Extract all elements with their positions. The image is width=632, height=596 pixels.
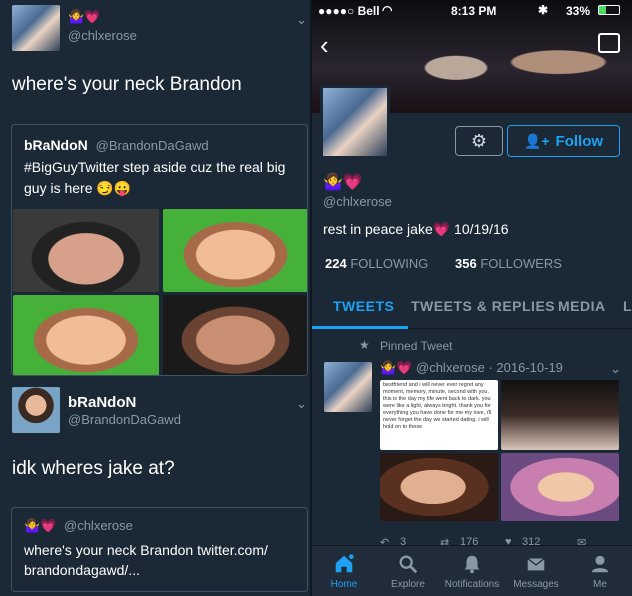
profile-bio: rest in peace jake💗 10/19/16	[323, 221, 509, 237]
author-emojis: 🤷‍♀️💗	[68, 9, 101, 24]
wifi-icon: ◠	[382, 3, 393, 17]
tweet-photo-note[interactable]: bestfriend and i will never ever regret …	[380, 380, 498, 450]
tab-tweets-replies[interactable]: TWEETS & REPLIES	[411, 298, 555, 314]
quoted-handle: @BrandonDaGawd	[95, 138, 209, 153]
follow-label: Follow	[555, 132, 604, 150]
battery-label: 33%	[566, 4, 591, 18]
chevron-down-icon[interactable]: ⌄	[296, 12, 307, 28]
nav-notifications[interactable]: Notifications	[440, 546, 504, 596]
quoted-handle: @chlxerose	[64, 518, 133, 533]
nav-label: Home	[330, 579, 358, 590]
time-label: 8:13 PM	[451, 4, 497, 18]
tab-likes[interactable]: L	[623, 298, 632, 314]
envelope-icon	[527, 557, 545, 571]
tweet-author: 🤷‍♀️💗	[68, 8, 100, 26]
nav-label: Me	[593, 579, 607, 590]
search-icon	[399, 555, 418, 574]
following-label: FOLLOWING	[350, 256, 429, 271]
profile-avatar[interactable]	[320, 85, 390, 159]
note-text: bestfriend and i will never ever regret …	[383, 382, 492, 430]
tweet-photo[interactable]	[501, 380, 619, 450]
carrier-label: ●●●●○ Bell	[318, 4, 380, 18]
pinned-label: Pinned Tweet	[380, 339, 453, 353]
avatar[interactable]	[12, 387, 60, 433]
nav-home[interactable]: Home	[312, 546, 376, 596]
following-count: 224	[325, 256, 347, 271]
tweet-handle[interactable]: @chlxerose	[68, 28, 137, 43]
quoted-author: 🤷‍♀️💗 @chlxerose	[24, 518, 133, 534]
quoted-author: bRaNdoN @BrandonDaGawd	[24, 137, 209, 153]
quoted-photo[interactable]	[163, 295, 307, 375]
followers-stat[interactable]: 356 FOLLOWERS	[455, 256, 562, 271]
nav-label: Explore	[391, 579, 425, 590]
quoted-photo[interactable]	[13, 295, 159, 375]
compose-icon[interactable]	[598, 33, 620, 53]
settings-gear-button[interactable]: ⚙	[455, 126, 503, 156]
status-bar: ●●●●○ Bell ◠ 8:13 PM ✱ 33%	[312, 0, 632, 22]
chevron-down-icon[interactable]: ⌄	[296, 396, 307, 412]
avatar[interactable]	[324, 362, 372, 412]
tweet-handle[interactable]: @BrandonDaGawd	[68, 412, 181, 427]
pinned-emojis: 🤷‍♀️💗	[380, 360, 413, 375]
tweet-text: where's your neck Brandon	[12, 74, 242, 95]
nav-label: Messages	[513, 579, 559, 590]
person-icon	[591, 555, 609, 573]
quoted-emojis: 🤷‍♀️💗	[24, 518, 57, 533]
nav-label: Notifications	[444, 579, 500, 590]
tweet-photo[interactable]	[380, 453, 498, 521]
nav-me[interactable]: Me	[568, 546, 632, 596]
pinned-date: · 2016-10-19	[488, 360, 563, 375]
followers-label: FOLLOWERS	[480, 256, 562, 271]
battery-icon	[598, 5, 620, 15]
bottom-nav: Home Explore Notifications Messages Me	[312, 545, 632, 596]
quoted-text: where's your neck Brandon twitter.com/ b…	[24, 542, 268, 578]
tweet-text: idk wheres jake at?	[12, 458, 175, 479]
profile-handle: @chlxerose	[323, 194, 392, 209]
bluetooth-icon: ✱	[538, 3, 549, 17]
avatar[interactable]	[12, 5, 60, 51]
chevron-down-icon[interactable]: ⌄	[610, 361, 621, 377]
nav-messages[interactable]: Messages	[504, 546, 568, 596]
tab-tweets[interactable]: TWEETS	[333, 298, 394, 314]
pin-icon: ★	[359, 338, 370, 352]
following-stat[interactable]: 224 FOLLOWING	[325, 256, 428, 271]
gear-icon: ⚙	[470, 130, 488, 151]
pinned-handle[interactable]: @chlxerose	[416, 360, 485, 375]
add-user-icon: 👤+	[523, 132, 550, 149]
quoted-name: bRaNdoN	[24, 137, 88, 153]
profile-emojis: 🤷‍♀️💗	[323, 174, 363, 191]
nav-explore[interactable]: Explore	[376, 546, 440, 596]
followers-count: 356	[455, 256, 477, 271]
quoted-tweet[interactable]: bRaNdoN @BrandonDaGawd #BigGuyTwitter st…	[11, 124, 308, 376]
tweet-author-name[interactable]: bRaNdoN	[68, 394, 136, 411]
bell-icon	[464, 555, 480, 574]
quoted-photo[interactable]	[163, 209, 307, 292]
battery-level	[599, 6, 606, 14]
quoted-photo[interactable]	[13, 209, 159, 292]
pinned-author: 🤷‍♀️💗 @chlxerose · 2016-10-19	[380, 360, 563, 376]
follow-button[interactable]: 👤+ Follow	[507, 125, 620, 157]
profile-tabs: TWEETS TWEETS & REPLIES MEDIA L	[312, 283, 632, 329]
tweet-photo[interactable]	[501, 453, 619, 521]
quoted-tweet[interactable]: 🤷‍♀️💗 @chlxerose where's your neck Brand…	[11, 507, 308, 592]
home-icon	[335, 554, 354, 573]
tab-media[interactable]: MEDIA	[558, 298, 606, 314]
left-panel: 🤷‍♀️💗 @chlxerose ⌄ where's your neck Bra…	[0, 0, 312, 596]
quoted-text: #BigGuyTwitter step aside cuz the real b…	[24, 159, 286, 196]
back-chevron-icon[interactable]: ‹	[320, 30, 329, 61]
active-tab-indicator	[312, 326, 408, 329]
right-panel: ●●●●○ Bell ◠ 8:13 PM ✱ 33% ‹ ⚙ 👤+ Follow…	[312, 0, 632, 596]
